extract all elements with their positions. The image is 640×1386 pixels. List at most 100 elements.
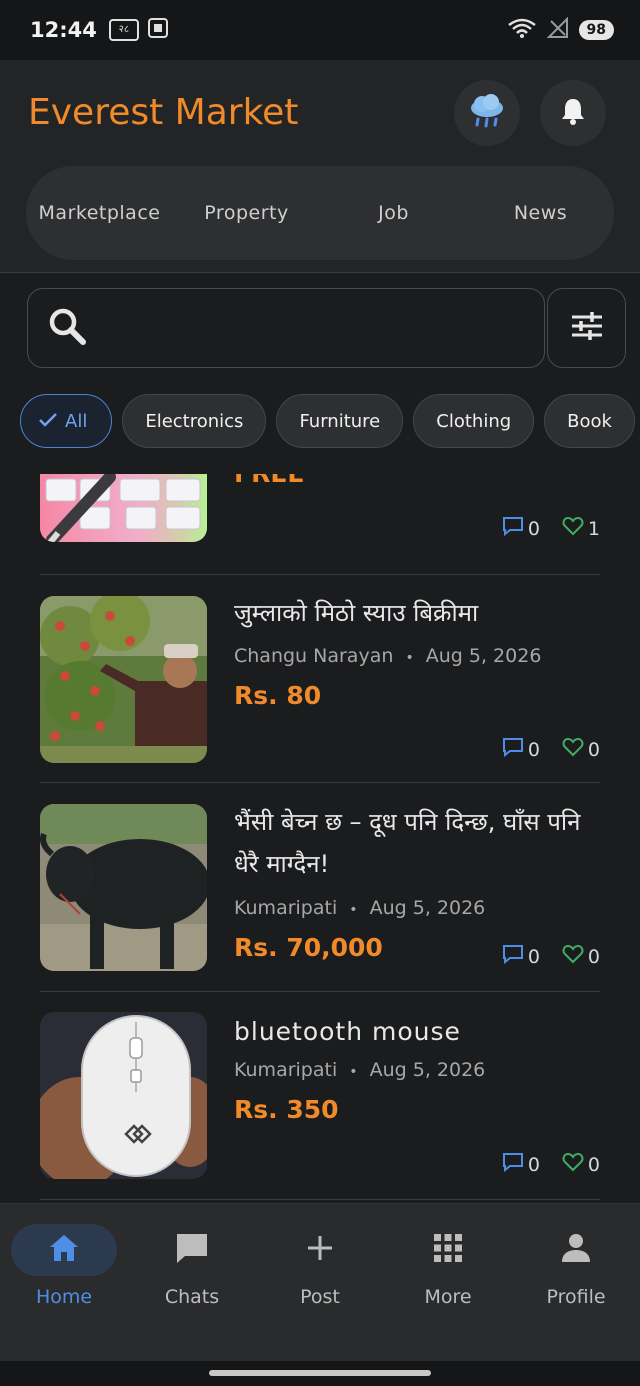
heart-icon[interactable] [562,944,584,969]
chat-icon [175,1232,209,1268]
gesture-area [0,1361,640,1386]
meta-separator: • [405,650,414,666]
rain-cloud-icon [468,93,506,133]
listing-price: FREE [234,474,304,488]
listing-thumbnail [40,804,207,971]
nav-chats-pill [139,1224,245,1276]
nav-label: More [424,1286,472,1308]
status-right-icons: 98 [507,16,614,43]
home-gesture-bar[interactable] [209,1370,431,1376]
listing-thumbnail [40,596,207,763]
comment-count: 0 [527,945,540,968]
screenshot-icon [147,17,169,43]
like-count: 0 [587,1153,600,1176]
listing-price: Rs. 70,000 [234,933,383,962]
listing-price: Rs. 80 [234,681,322,710]
nav-label: Chats [164,1286,220,1308]
comment-count: 0 [527,1153,540,1176]
nav-home[interactable]: Home [0,1224,128,1308]
listing-card[interactable]: FREE 0 1 [40,474,600,575]
chip-books[interactable]: Book [544,394,635,448]
plus-icon [306,1234,334,1266]
bell-icon [560,97,586,129]
listing-card[interactable]: जुम्लाको मिठो स्याउ बिक्रीमा Changu Nara… [40,575,600,783]
listing-location: Changu Narayan [234,645,394,667]
listing-stats: 0 0 [502,1152,600,1177]
weather-button[interactable] [454,80,520,146]
app-title: Everest Market [28,92,299,133]
chip-furniture[interactable]: Furniture [276,394,404,448]
comment-count: 0 [527,738,540,761]
nav-profile[interactable]: Profile [512,1224,640,1308]
nav-home-pill [11,1224,117,1276]
tab-marketplace[interactable]: Marketplace [26,202,173,224]
chip-label: Electronics [145,410,244,432]
listing-title: भैंसी बेच्न छ – दूध पनि दिन्छ, घाँस पनि … [234,808,581,878]
signal-off-icon [546,16,569,43]
chip-all[interactable]: All [20,394,113,448]
status-time: 12:44 [30,18,97,42]
listing-date: Aug 5, 2026 [425,645,542,667]
heart-icon[interactable] [562,1152,584,1177]
grid-icon [433,1233,463,1267]
nav-label: Home [35,1286,93,1308]
tab-property[interactable]: Property [173,202,320,224]
check-icon [39,411,57,432]
like-count: 0 [587,945,600,968]
nav-profile-pill [523,1224,629,1276]
like-count: 0 [587,738,600,761]
notifications-button[interactable] [540,80,606,146]
tab-job[interactable]: Job [320,202,467,224]
nav-label: Profile [546,1286,606,1308]
listing-thumbnail [40,474,207,542]
listing-meta: Changu Narayan • Aug 5, 2026 [234,645,541,667]
listing-location: Kumaripati [234,1059,338,1081]
person-icon [561,1233,591,1267]
sliders-icon [570,311,604,345]
listing-feed: FREE 0 1 [0,474,640,1204]
listing-meta: Kumaripati • Aug 5, 2026 [234,897,485,919]
status-left-icons: २८ [108,17,169,43]
listing-price: Rs. 350 [234,1095,339,1124]
listing-title: जुम्लाको मिठो स्याउ बिक्रीमा [234,599,479,627]
listing-title: bluetooth mouse [234,1017,461,1046]
wifi-icon [507,17,537,43]
heart-icon[interactable] [562,737,584,762]
status-bar: 12:44 २८ 98 [0,0,640,60]
comment-icon [502,1152,524,1177]
comment-icon [502,516,524,541]
chip-label: Book [567,410,612,432]
comment-icon [502,944,524,969]
search-input[interactable] [27,288,545,368]
meta-separator: • [349,902,358,918]
category-chips: All Electronics Furniture Clothing Book [20,394,640,450]
listing-date: Aug 5, 2026 [369,897,486,919]
listing-stats: 0 1 [502,516,600,541]
tab-news[interactable]: News [467,202,614,224]
listing-date: Aug 5, 2026 [369,1059,486,1081]
nav-chats[interactable]: Chats [128,1224,256,1308]
app-header: Everest Market Marketplace Property Job … [0,60,640,273]
battery-indicator: 98 [578,20,614,40]
nav-more[interactable]: More [384,1224,512,1308]
chip-label: Clothing [436,410,512,432]
listing-stats: 0 0 [502,737,600,762]
bottom-navigation: Home Chats Post More Profile [0,1203,640,1361]
comment-icon [502,737,524,762]
chip-label: Furniture [299,410,381,432]
chip-electronics[interactable]: Electronics [122,394,267,448]
listing-stats: 0 0 [502,944,600,969]
section-tabs: Marketplace Property Job News [26,166,614,260]
nav-label: Post [300,1286,340,1308]
listing-card[interactable]: bluetooth mouse Kumaripati • Aug 5, 2026… [40,992,600,1200]
nav-post[interactable]: Post [256,1224,384,1308]
filter-button[interactable] [547,288,626,368]
meta-separator: • [349,1064,358,1080]
listing-card[interactable]: भैंसी बेच्न छ – दूध पनि दिन्छ, घाँस पनि … [40,784,600,992]
chip-clothing[interactable]: Clothing [413,394,535,448]
chip-label: All [65,410,88,432]
like-count: 1 [587,517,600,540]
heart-icon[interactable] [562,516,584,541]
listing-meta: Kumaripati • Aug 5, 2026 [234,1059,485,1081]
comment-count: 0 [527,517,540,540]
